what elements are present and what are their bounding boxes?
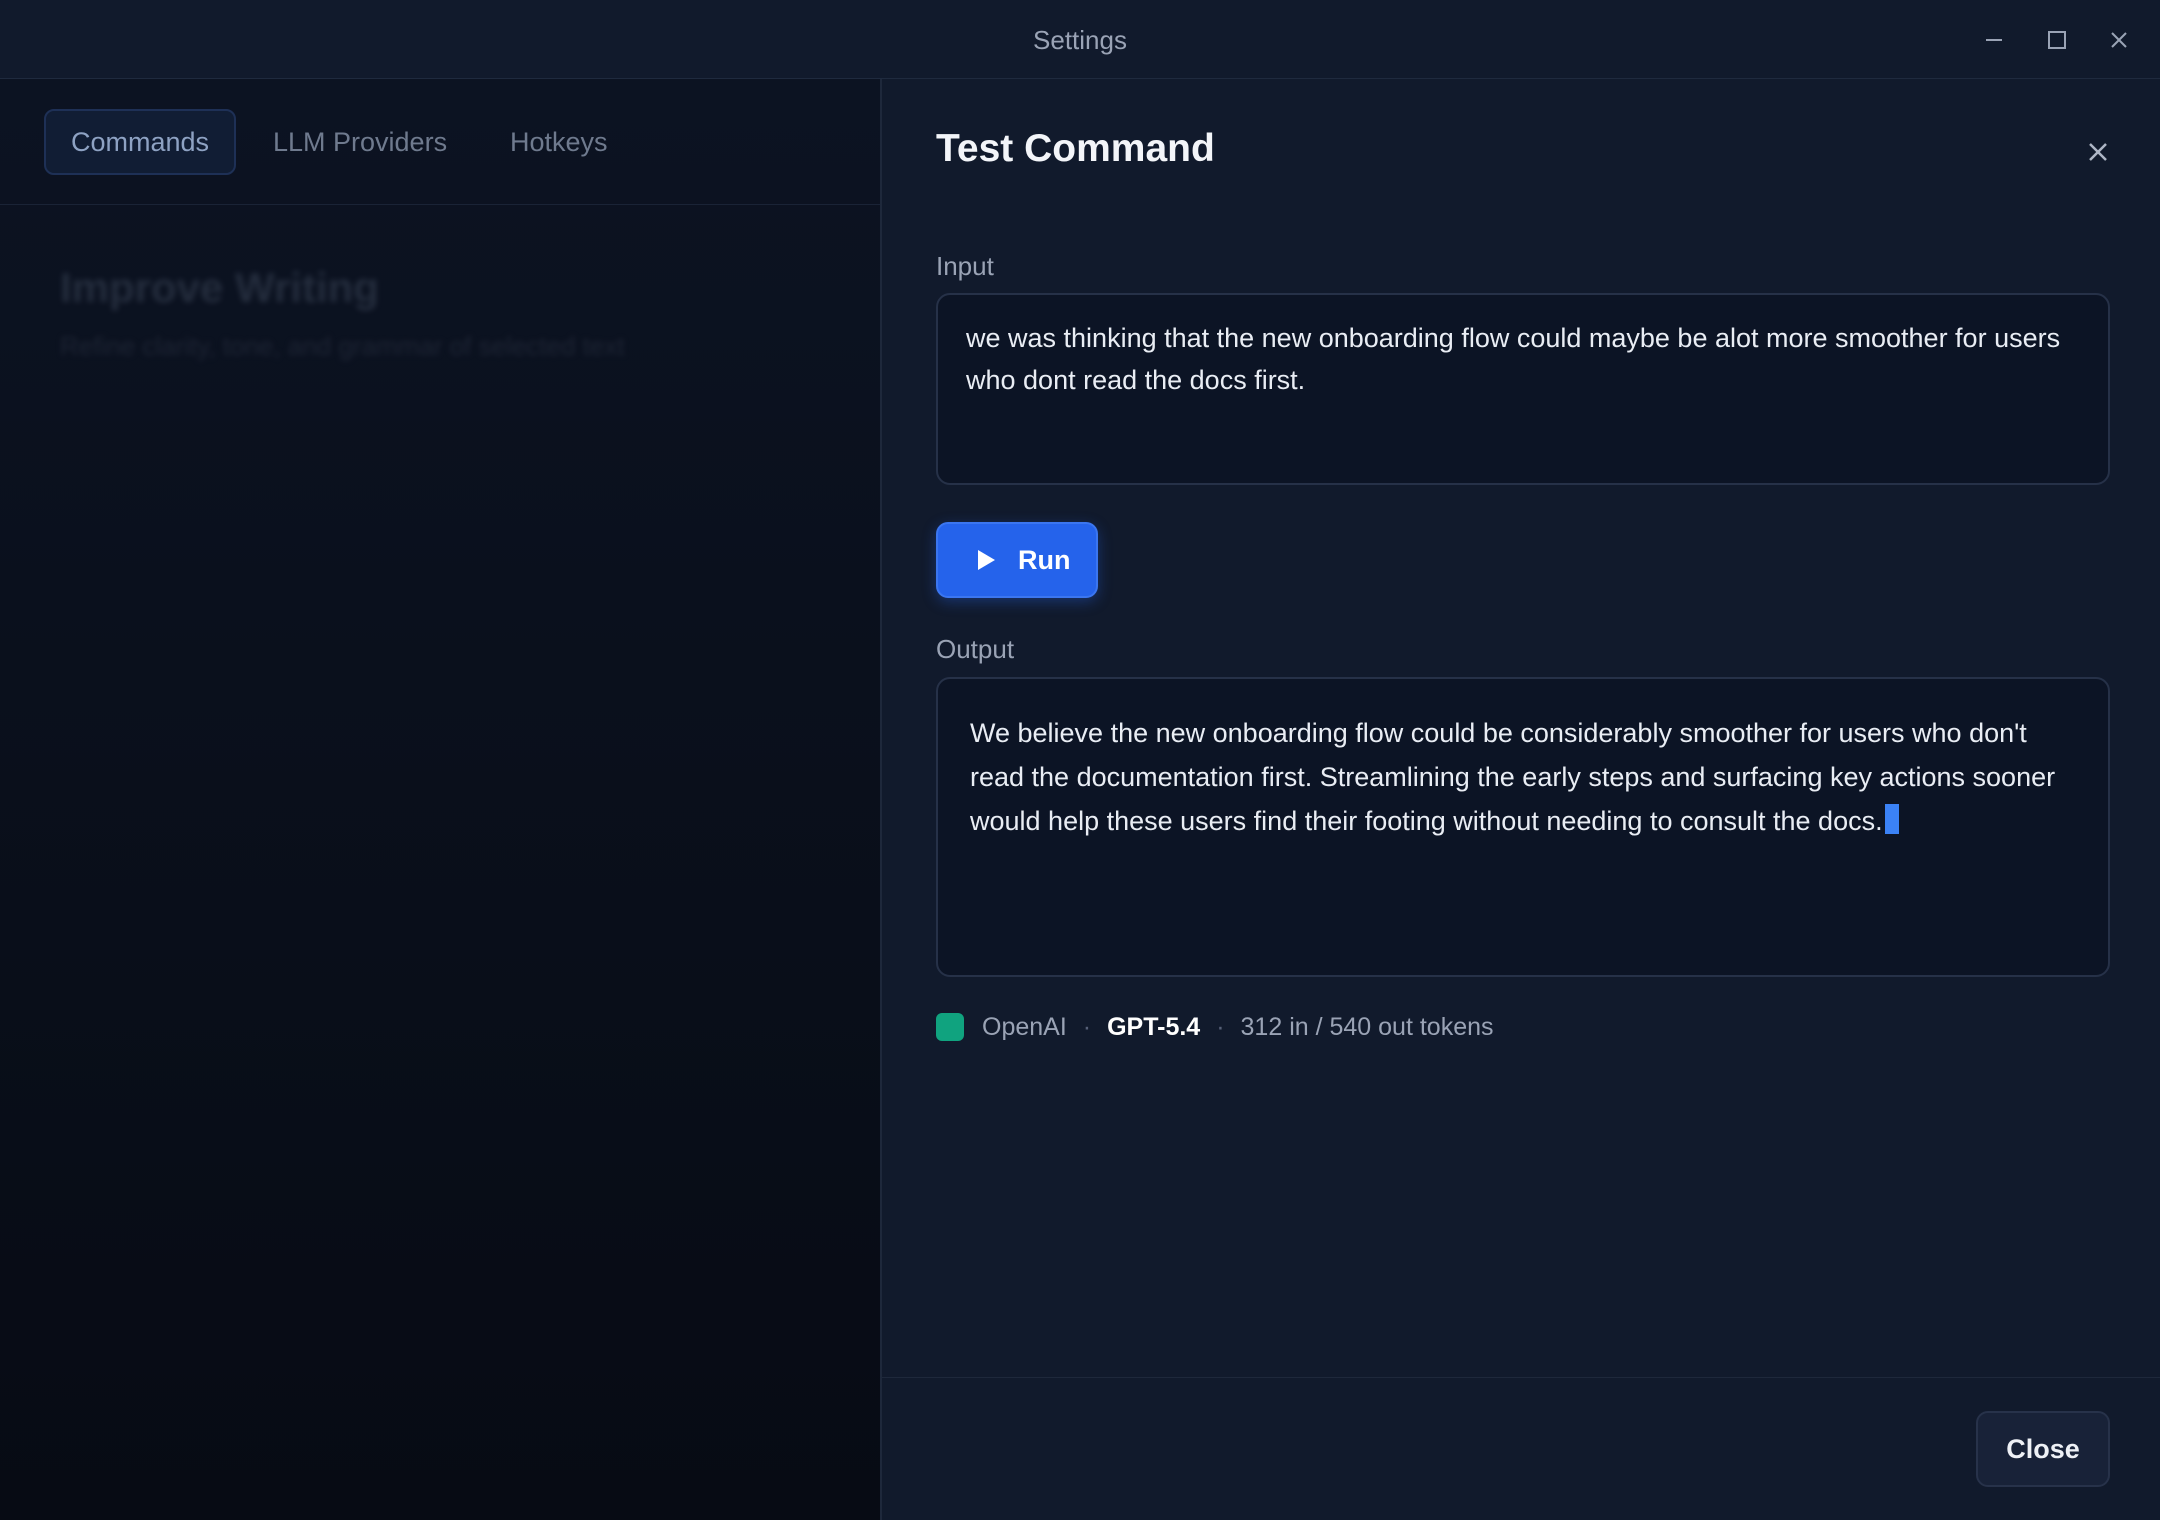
panel-footer: Close: [882, 1377, 2160, 1520]
input-textarea[interactable]: we was thinking that the new onboarding …: [936, 293, 2110, 485]
tab-llm-providers[interactable]: LLM Providers: [248, 109, 472, 175]
window-titlebar: Settings: [0, 0, 2160, 79]
tab-hotkeys[interactable]: Hotkeys: [485, 109, 633, 175]
settings-tabbar: Commands LLM Providers Hotkeys: [0, 79, 880, 205]
maximize-icon[interactable]: [2037, 20, 2077, 60]
separator: ·: [1082, 1012, 1092, 1041]
input-label: Input: [936, 251, 994, 281]
panel-close-icon[interactable]: [2078, 132, 2118, 172]
token-count: 312 in / 540 out tokens: [1240, 1012, 1494, 1041]
streaming-cursor: [1884, 804, 1899, 834]
run-button-label: Run: [1018, 544, 1071, 575]
output-textarea[interactable]: We believe the new onboarding flow could…: [936, 677, 2110, 977]
tab-commands[interactable]: Commands: [44, 109, 237, 175]
separator: ·: [1216, 1012, 1225, 1041]
panel-title: Test Command: [936, 127, 1215, 170]
model-name: GPT-5.4: [1107, 1012, 1201, 1041]
window-title: Settings: [1033, 25, 1127, 55]
command-title: Improve Writing: [60, 264, 379, 311]
run-button[interactable]: Run: [936, 522, 1098, 598]
run-metadata: OpenAI · GPT-5.4 · 312 in / 540 out toke…: [936, 1007, 1494, 1047]
play-icon: [978, 550, 995, 570]
close-icon[interactable]: [2099, 20, 2139, 60]
output-label: Output: [936, 634, 1015, 664]
output-text: We believe the new onboarding flow could…: [970, 718, 2063, 836]
provider-name: OpenAI: [982, 1012, 1067, 1041]
settings-panel: Commands LLM Providers Hotkeys Improve W…: [0, 79, 880, 1520]
close-button[interactable]: Close: [1976, 1411, 2110, 1487]
minimize-icon[interactable]: [1974, 20, 2014, 60]
test-command-panel: Test Command Input we was thinking that …: [880, 79, 2160, 1520]
command-description: Refine clarity, tone, and grammar of sel…: [60, 331, 625, 361]
openai-provider-icon: [936, 1013, 964, 1041]
